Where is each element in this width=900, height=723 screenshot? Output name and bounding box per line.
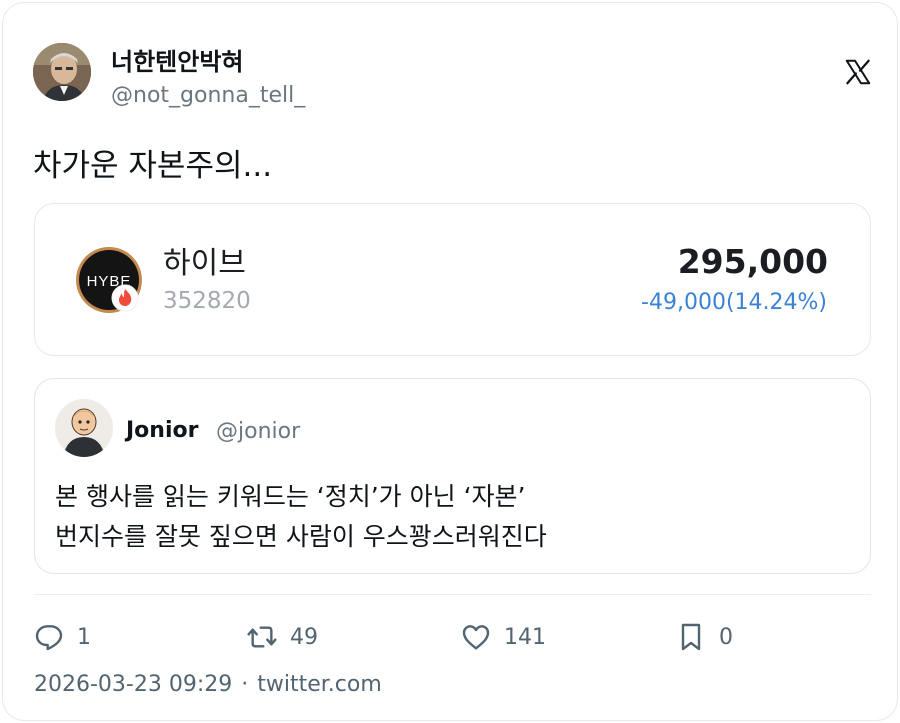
reply-button[interactable]: 1	[33, 617, 91, 657]
bookmark-count: 0	[719, 624, 733, 650]
like-icon	[462, 625, 490, 650]
bookmark-button[interactable]: 0	[675, 617, 733, 657]
tweet-text: 차가운 자본주의...	[33, 148, 273, 184]
divider	[34, 594, 871, 595]
stock-logo: HYBE	[75, 246, 143, 314]
stock-name: 하이브	[163, 246, 246, 281]
timestamp[interactable]: 2026-03-23 09:29	[34, 672, 232, 697]
quoted-avatar[interactable]	[55, 399, 113, 457]
stock-code: 352820	[163, 288, 251, 314]
quoted-text-line: 본 행사를 읽는 키워드는 ‘정치’가 아닌 ‘자본’	[55, 482, 526, 511]
retweet-icon	[247, 626, 277, 648]
x-logo-icon[interactable]	[843, 57, 873, 87]
tweet-meta: 2026-03-23 09:29 · twitter.com	[34, 672, 382, 697]
like-count: 141	[504, 624, 546, 650]
reply-icon	[35, 625, 63, 651]
quoted-text-line: 번지수를 잘못 짚으면 사람이 우스꽝스러워진다	[55, 522, 547, 551]
author-handle[interactable]: @not_gonna_tell_	[111, 83, 305, 108]
author-avatar[interactable]	[33, 43, 91, 101]
reply-count: 1	[77, 624, 91, 650]
like-button[interactable]: 141	[460, 617, 546, 657]
retweet-count: 49	[290, 624, 318, 650]
bookmark-icon	[681, 623, 701, 651]
stock-card[interactable]: HYBE 하이브 352820 295,000 -49,000(14.24%)	[34, 203, 871, 356]
quoted-tweet[interactable]: Jonior @jonior 본 행사를 읽는 키워드는 ‘정치’가 아닌 ‘자…	[34, 378, 871, 574]
stock-price: 295,000	[677, 242, 828, 281]
quoted-display-name[interactable]: Jonior	[126, 418, 198, 443]
author-display-name[interactable]: 너한텐안박혀	[111, 42, 243, 77]
tweet-card: 너한텐안박혀 @not_gonna_tell_ 차가운 자본주의... HYBE…	[2, 2, 898, 721]
stock-change: -49,000(14.24%)	[641, 290, 827, 315]
retweet-button[interactable]: 49	[246, 617, 318, 657]
quoted-text: 본 행사를 읽는 키워드는 ‘정치’가 아닌 ‘자본’ 번지수를 잘못 짚으면 …	[55, 477, 547, 557]
source-link[interactable]: twitter.com	[257, 672, 382, 697]
meta-separator: ·	[241, 672, 249, 697]
quoted-handle[interactable]: @jonior	[216, 419, 300, 444]
